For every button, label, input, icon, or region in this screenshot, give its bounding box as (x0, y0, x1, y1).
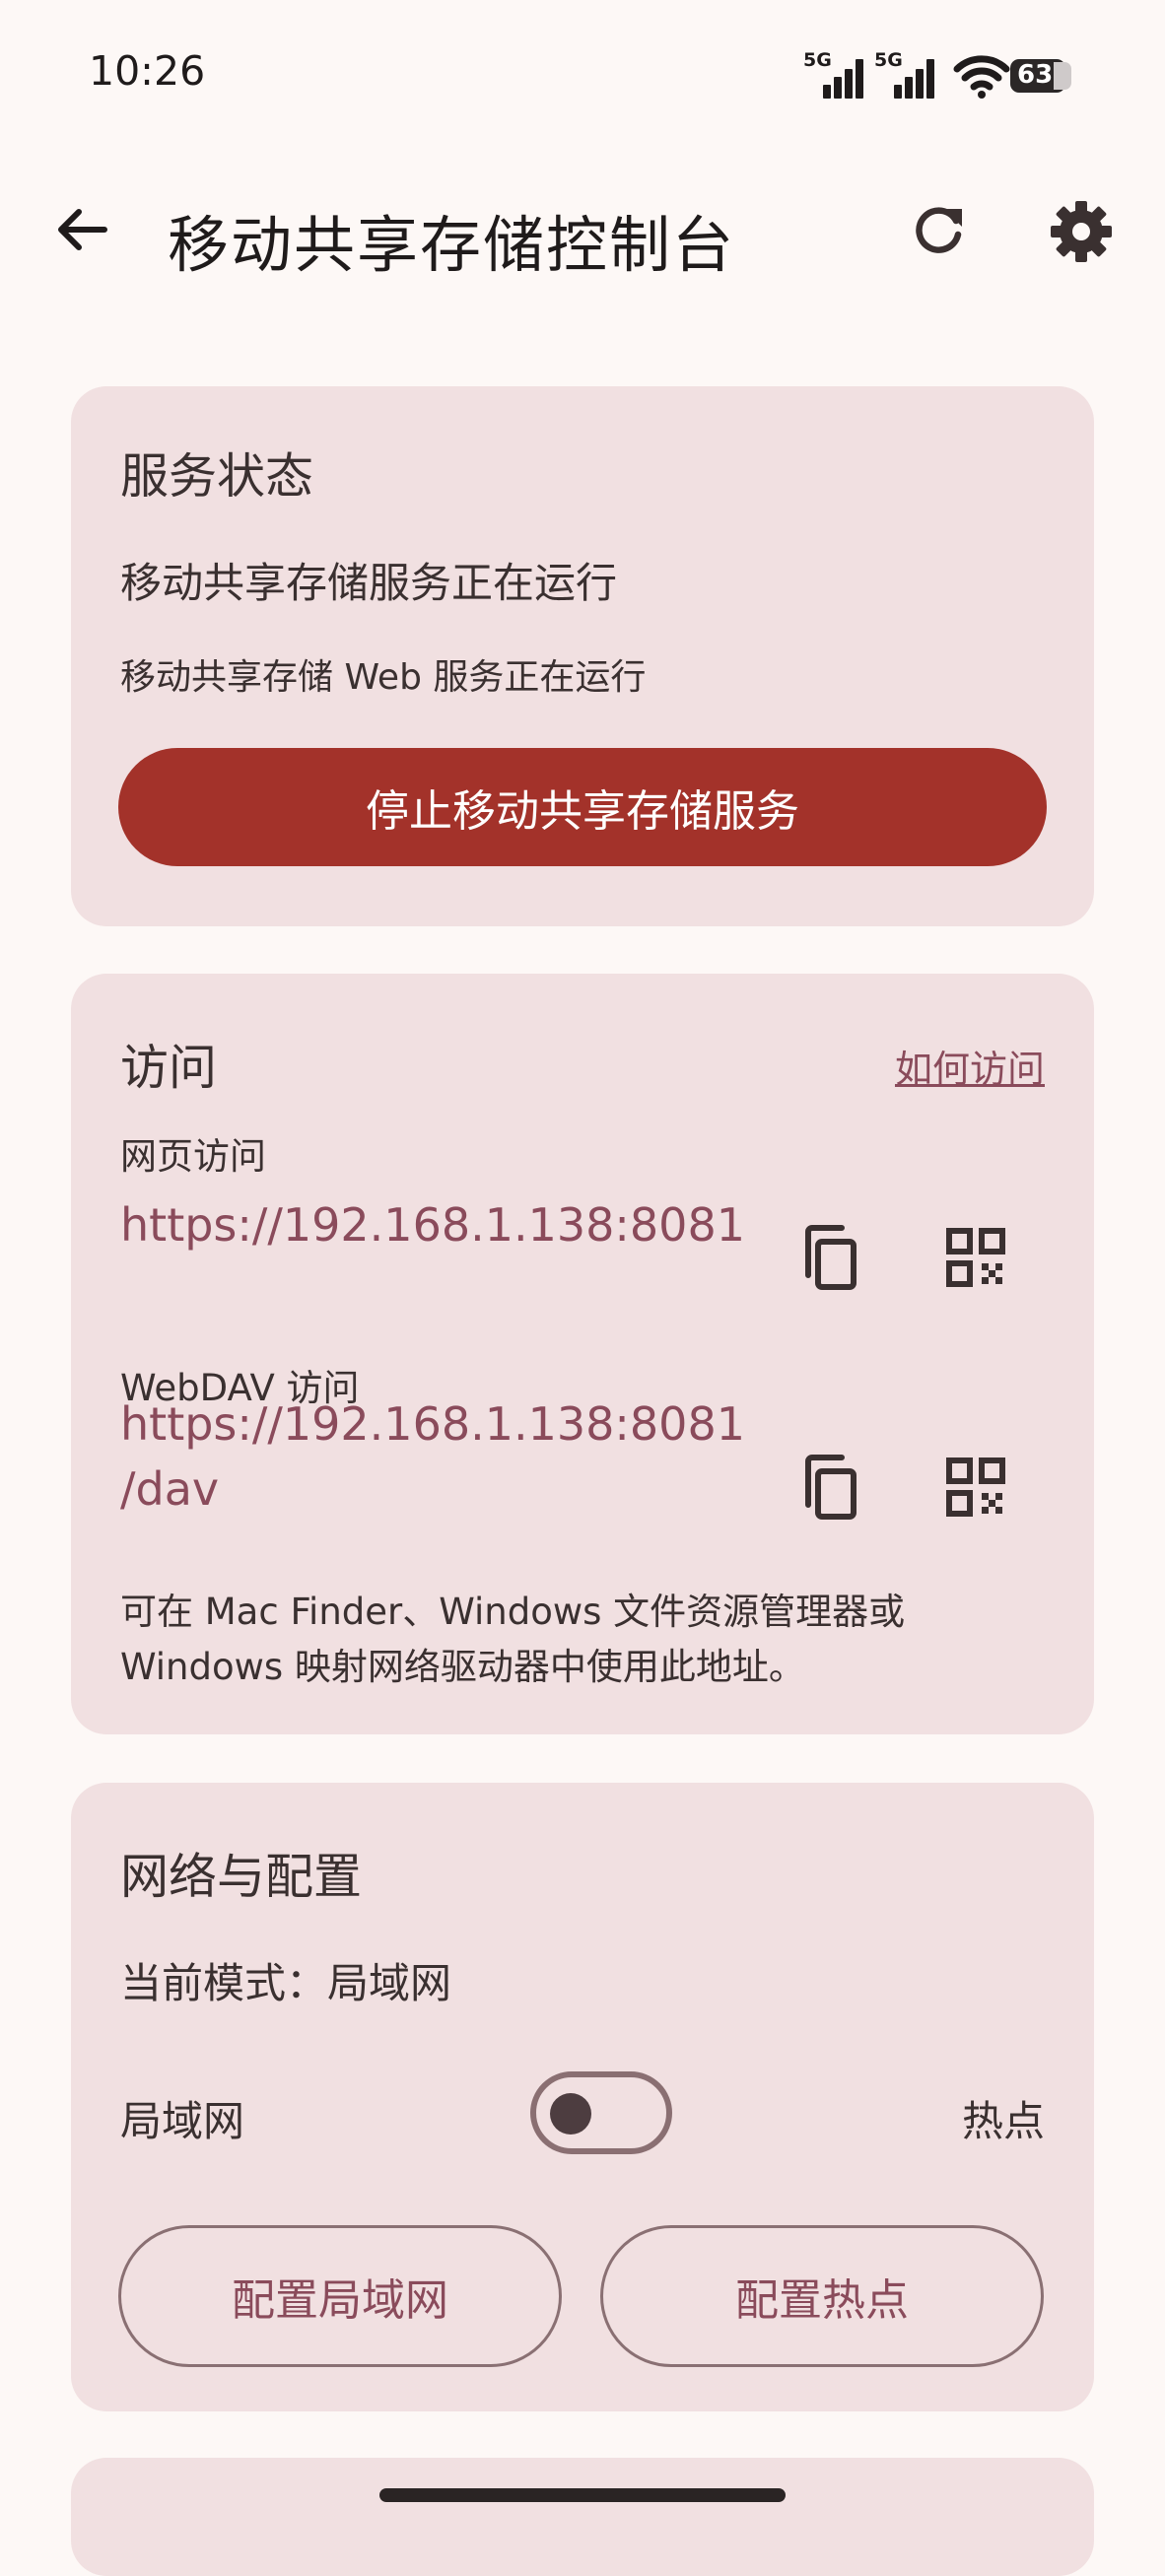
current-mode-text: 当前模式：局域网 (120, 1959, 452, 2007)
refresh-icon[interactable] (909, 199, 970, 260)
hotspot-mode-label: 热点 (961, 2097, 1045, 2145)
qr-code-icon[interactable] (940, 1222, 1011, 1293)
how-to-access-link[interactable]: 如何访问 (895, 1039, 1045, 1093)
service-running-text: 移动共享存储服务正在运行 (120, 559, 618, 607)
cellular-signal-icon: 5G (874, 49, 935, 99)
configure-lan-button[interactable]: 配置局域网 (118, 2225, 562, 2367)
network-config-card: 网络与配置 当前模式：局域网 局域网 热点 配置局域网 配置热点 (71, 1783, 1094, 2411)
battery-icon: 63 (1010, 59, 1071, 93)
next-card (71, 2458, 1094, 2576)
network-mode-toggle[interactable] (530, 2071, 672, 2154)
settings-gear-icon[interactable] (1049, 199, 1114, 264)
web-access-label: 网页访问 (120, 1135, 266, 1178)
lan-mode-label: 局域网 (120, 2097, 245, 2145)
copy-icon[interactable] (794, 1222, 865, 1293)
configure-hotspot-button[interactable]: 配置热点 (600, 2225, 1044, 2367)
web-access-url[interactable]: https://192.168.1.138:8081 (120, 1192, 745, 1257)
stop-service-button[interactable]: 停止移动共享存储服务 (118, 748, 1047, 866)
toggle-knob (550, 2093, 591, 2135)
qr-code-icon[interactable] (940, 1452, 1011, 1523)
back-arrow-icon[interactable] (55, 202, 110, 257)
network-config-heading: 网络与配置 (120, 1849, 363, 1905)
status-icons: 5G 5G 63 (803, 49, 1079, 99)
access-card: 访问 如何访问 网页访问 https://192.168.1.138:8081 … (71, 974, 1094, 1734)
page-title: 移动共享存储控制台 (168, 209, 736, 281)
service-status-card: 服务状态 移动共享存储服务正在运行 移动共享存储 Web 服务正在运行 停止移动… (71, 386, 1094, 926)
webdav-url[interactable]: https://192.168.1.138:8081 /dav (120, 1391, 745, 1522)
status-time: 10:26 (89, 47, 206, 95)
service-status-heading: 服务状态 (120, 448, 314, 505)
web-service-running-text: 移动共享存储 Web 服务正在运行 (120, 657, 647, 698)
copy-icon[interactable] (794, 1452, 865, 1523)
wifi-icon (953, 55, 1010, 99)
cellular-signal-icon: 5G (803, 49, 864, 99)
home-indicator[interactable] (379, 2488, 786, 2502)
webdav-hint-text: 可在 Mac Finder、Windows 文件资源管理器或 Windows 映… (120, 1591, 906, 1688)
access-heading: 访问 (120, 1040, 218, 1096)
